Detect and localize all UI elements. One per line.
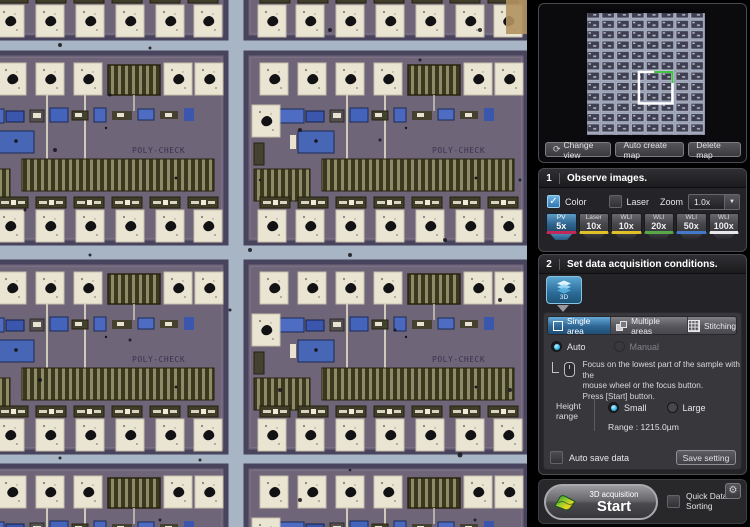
multiple-areas-icon — [616, 321, 627, 331]
observe-title: Observe images. — [567, 173, 647, 184]
acquisition-step-number: 2 — [539, 259, 559, 270]
focus-instruction-text: Focus on the lowest part of the sample w… — [582, 360, 741, 402]
laser-label: Laser — [627, 197, 650, 207]
acquisition-settings-box: Single area Multiple areas Stitching Aut… — [543, 312, 742, 470]
chevron-down-icon: ▼ — [724, 195, 739, 209]
zoom-value: 1.0x — [689, 197, 724, 207]
auto-save-label: Auto save data — [569, 453, 629, 463]
lens-flap — [549, 234, 574, 240]
quick-data-sorting-checkbox[interactable]: ✓ — [667, 495, 680, 508]
mode-3d-button[interactable]: 3D — [546, 276, 582, 304]
start-button-label: Start — [578, 499, 650, 515]
auto-label: Auto — [567, 342, 586, 352]
observe-step-number: 1 — [539, 173, 559, 184]
die-grid — [0, 0, 526, 527]
focus-instruction: Focus on the lowest part of the sample w… — [552, 360, 741, 402]
large-label: Large — [683, 403, 706, 413]
area-mode-tabs: Single area Multiple areas Stitching — [547, 316, 737, 335]
lens-button-wli-20x[interactable]: WLI20x — [644, 213, 675, 240]
small-radio[interactable] — [608, 402, 619, 413]
quick-data-sorting-row: ✓ Quick Data Sorting — [667, 491, 727, 511]
acquisition-header: 2 Set data acquisition conditions. — [539, 255, 746, 274]
layers-icon — [555, 280, 573, 294]
save-setting-button[interactable]: Save setting — [676, 450, 736, 465]
header-divider — [559, 173, 560, 184]
observe-controls-row: ✓ Color ✓ Laser Zoom 1.0x ▼ — [547, 193, 740, 210]
zoom-label: Zoom — [660, 197, 683, 207]
settings-button[interactable]: ⚙ — [725, 483, 741, 499]
lens-button-wli-10x[interactable]: WLI10x — [611, 213, 642, 240]
height-range-label: Height range — [556, 401, 581, 421]
manual-label: Manual — [630, 342, 660, 352]
lens-flap — [614, 234, 639, 240]
start-3d-acquisition-button[interactable]: 3D acquisition Start — [544, 484, 658, 520]
tab-stitching[interactable]: Stitching — [688, 317, 736, 334]
auto-create-map-button[interactable]: Auto create map — [615, 142, 684, 157]
lens-button-wli-50x[interactable]: WLI50x — [676, 213, 707, 240]
mode-3d-label: 3D — [560, 294, 568, 301]
acquisition-title: Set data acquisition conditions. — [567, 259, 718, 270]
app-window: POLY-CHECK — [0, 0, 750, 527]
bottom-action-bar: 3D acquisition Start ✓ Quick Data Sortin… — [538, 479, 747, 524]
auto-save-checkbox[interactable]: ✓ — [550, 451, 563, 464]
color-label: Color — [565, 197, 587, 207]
microscope-live-view[interactable]: POLY-CHECK — [0, 0, 527, 527]
lens-flap — [679, 234, 704, 240]
manual-radio[interactable] — [614, 341, 625, 352]
observe-header: 1 Observe images. — [539, 169, 746, 188]
height-range-options: Small Large — [608, 402, 706, 413]
zoom-dropdown[interactable]: 1.0x ▼ — [688, 194, 740, 210]
change-view-button[interactable]: ⟳ Change view — [545, 142, 611, 157]
stitching-icon — [688, 320, 700, 332]
header-divider — [559, 259, 560, 270]
navigation-map-panel: ⟳ Change view Auto create map Delete map — [538, 3, 747, 163]
auto-radio[interactable] — [551, 341, 562, 352]
surface-3d-icon — [552, 493, 578, 512]
color-checkbox[interactable]: ✓ — [547, 195, 560, 208]
lens-button-laser-10x[interactable]: Laser10x — [579, 213, 610, 240]
single-area-icon — [553, 321, 563, 331]
lens-flap — [712, 234, 737, 240]
auto-save-row: ✓ Auto save data Save setting — [550, 450, 736, 465]
focus-mode-row: Auto Manual — [551, 341, 659, 352]
observe-images-panel: 1 Observe images. ✓ Color ✓ Laser Zoom 1… — [538, 168, 747, 252]
tab-multiple-areas[interactable]: Multiple areas — [611, 317, 688, 334]
die-corner-structure — [506, 0, 527, 34]
lens-button-pv-5x[interactable]: PV5x — [546, 213, 577, 240]
range-value: Range : 1215.0µm — [608, 422, 679, 432]
elbow-connector-icon — [552, 362, 559, 373]
divider — [594, 399, 595, 431]
large-radio[interactable] — [667, 402, 678, 413]
delete-map-button[interactable]: Delete map — [688, 142, 741, 157]
lens-flap — [647, 234, 672, 240]
lens-selector-row: PV5x Laser10x WLI10x WLI20x WLI50x WLI10… — [546, 213, 739, 240]
lens-flap — [582, 234, 607, 240]
small-label: Small — [624, 403, 647, 413]
lens-button-wli-100x[interactable]: WLI100x — [709, 213, 740, 240]
tab-single-area[interactable]: Single area — [548, 317, 611, 334]
gear-icon: ⚙ — [729, 486, 738, 496]
quick-data-sorting-label: Quick Data Sorting — [686, 491, 727, 511]
mouse-icon — [564, 362, 575, 377]
change-view-label: Change view — [564, 140, 604, 160]
acquisition-panel: 2 Set data acquisition conditions. 3D Si… — [538, 254, 747, 475]
map-button-row: ⟳ Change view Auto create map Delete map — [545, 142, 741, 157]
stage-map-image[interactable] — [586, 9, 706, 139]
mode-pointer — [557, 305, 569, 312]
laser-checkbox[interactable]: ✓ — [609, 195, 622, 208]
change-view-icon: ⟳ — [553, 145, 561, 154]
